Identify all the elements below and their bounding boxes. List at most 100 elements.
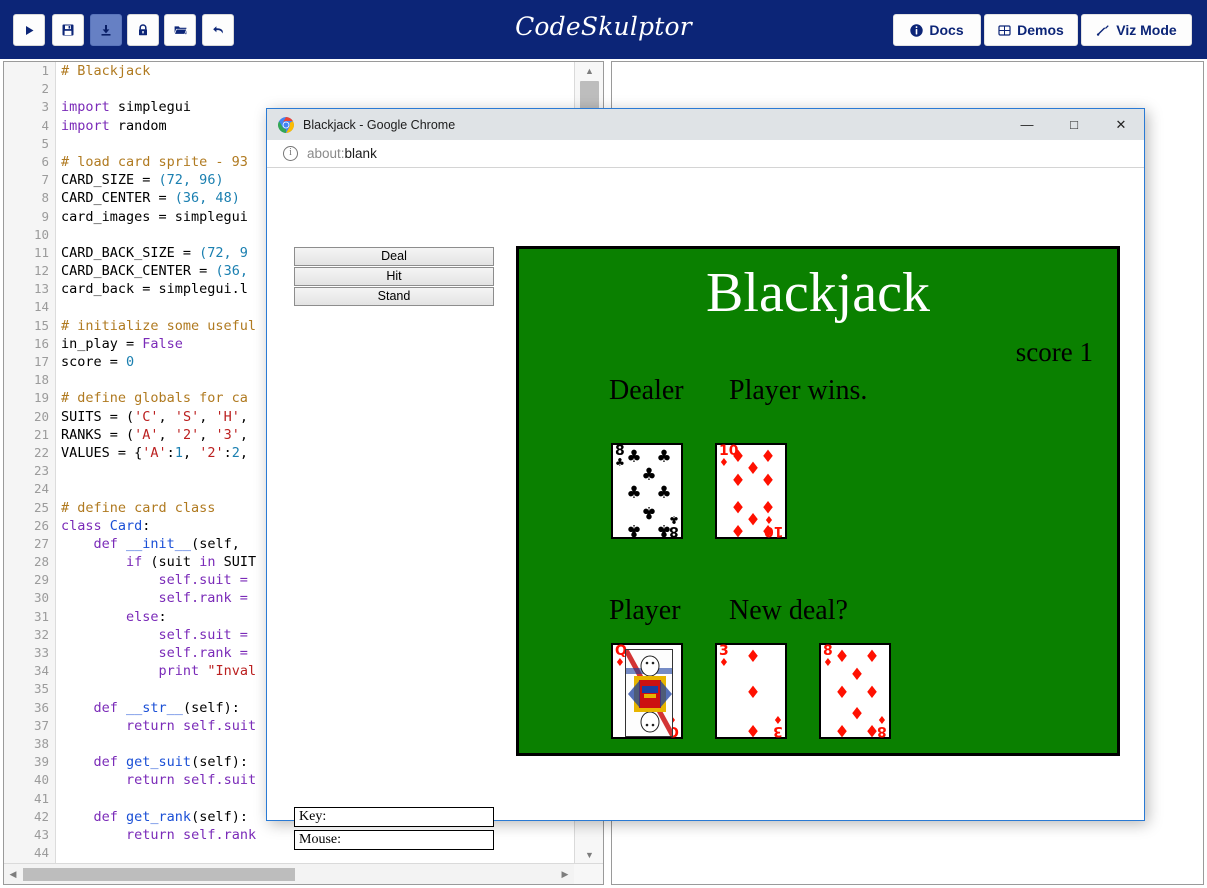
docs-button-label: Docs xyxy=(929,22,964,38)
canvas-title: Blackjack xyxy=(706,262,930,324)
code-token: # Blackjack xyxy=(61,63,151,79)
undo-button[interactable] xyxy=(202,14,234,46)
line-number: 16 xyxy=(33,335,49,351)
code-token: '2' xyxy=(174,426,200,443)
play-icon xyxy=(24,25,35,36)
mouse-input[interactable]: Mouse: xyxy=(294,830,494,850)
save-button[interactable] xyxy=(52,14,84,46)
save-icon xyxy=(62,24,74,36)
line-number: 28 xyxy=(33,554,49,570)
close-button[interactable]: ✕ xyxy=(1098,109,1144,140)
app-toolbar: CodeSkulptor Docs Demos Viz Mode xyxy=(0,0,1207,59)
info-circle-icon xyxy=(910,23,924,37)
game-canvas[interactable]: Blackjack score 1 Dealer Player wins. Pl… xyxy=(516,246,1120,756)
browser-title-bar[interactable]: Blackjack - Google Chrome — □ ✕ xyxy=(267,109,1144,140)
code-token: RANKS = ( xyxy=(61,426,135,443)
screen: CodeSkulptor Docs Demos Viz Mode 123456789… xyxy=(0,0,1207,888)
scroll-left-arrow-icon[interactable]: ◀ xyxy=(4,864,22,884)
undo-arrow-icon xyxy=(212,24,225,36)
key-input[interactable]: Key: xyxy=(294,807,494,827)
horizontal-scroll-thumb[interactable] xyxy=(23,868,295,881)
run-button[interactable] xyxy=(13,14,45,46)
game-control-panel: Deal Hit Stand xyxy=(294,247,494,307)
code-token: # initialize some useful xyxy=(61,317,257,334)
code-token: in_play = xyxy=(61,335,143,352)
card-pip-clubs: ♣ xyxy=(656,520,672,540)
code-token: CARD_BACK_SIZE = xyxy=(61,244,200,261)
line-number: 10 xyxy=(33,226,49,242)
hit-button[interactable]: Hit xyxy=(294,267,494,286)
maximize-button[interactable]: □ xyxy=(1051,109,1097,140)
code-token: SUIT xyxy=(223,554,257,571)
code-token: 'A' xyxy=(142,444,167,461)
line-number: 13 xyxy=(33,281,49,297)
code-token: import xyxy=(61,99,118,116)
code-token: , xyxy=(239,426,248,443)
card-pip-diamonds: ♦ xyxy=(760,496,776,516)
scroll-right-arrow-icon[interactable]: ▶ xyxy=(556,864,574,884)
scroll-down-arrow-icon[interactable]: ▼ xyxy=(575,846,603,863)
card-pip-clubs: ♣ xyxy=(641,465,657,485)
code-token: return xyxy=(126,717,183,734)
code-token: (suit xyxy=(150,554,200,571)
chrome-logo-icon xyxy=(278,116,294,133)
code-token: # load card sprite - 93 xyxy=(61,153,248,170)
line-number: 37 xyxy=(33,717,49,733)
code-token: (self, xyxy=(191,535,248,552)
line-number: 43 xyxy=(33,826,49,842)
code-token: : xyxy=(142,517,151,534)
card-pip-clubs: ♣ xyxy=(626,483,642,503)
line-number: 6 xyxy=(41,153,49,169)
viz-mode-button[interactable]: Viz Mode xyxy=(1081,14,1192,46)
editor-horizontal-scrollbar[interactable]: ◀ ▶ xyxy=(4,863,603,884)
code-token: Card xyxy=(109,517,143,534)
code-token: simplegui xyxy=(117,99,192,116)
open-button[interactable] xyxy=(164,14,196,46)
card-pip-clubs: ♣ xyxy=(641,502,657,522)
card-pip-diamonds: ♦ xyxy=(834,720,850,740)
line-number-gutter: 1 2 3 4 5 6 7 8 9 10 11 12 13 14 15 16 17 18 19 20 21 22 23 24 2… xyxy=(4,62,56,863)
card-pip-diamonds: ♦ xyxy=(834,647,850,667)
line-number: 38 xyxy=(33,735,49,751)
code-line[interactable]: # Blackjack xyxy=(57,62,573,80)
browser-window[interactable]: Blackjack - Google Chrome — □ ✕ i about:… xyxy=(266,108,1145,850)
code-token: def xyxy=(93,699,127,716)
download-button[interactable] xyxy=(90,14,122,46)
browser-window-title: Blackjack - Google Chrome xyxy=(303,117,456,132)
lock-button[interactable] xyxy=(127,14,159,46)
browser-address-bar[interactable]: i about:blank xyxy=(267,140,1144,168)
stand-button[interactable]: Stand xyxy=(294,287,494,306)
code-token: (72, 96) xyxy=(158,172,224,189)
code-token: def xyxy=(93,754,127,771)
code-line[interactable] xyxy=(57,80,573,98)
scroll-up-arrow-icon[interactable]: ▲ xyxy=(575,62,603,79)
code-token: 0 xyxy=(126,354,135,370)
minimize-button[interactable]: — xyxy=(1004,109,1050,140)
docs-button[interactable]: Docs xyxy=(893,14,981,46)
line-number: 4 xyxy=(41,117,49,133)
card-pip-clubs: ♣ xyxy=(626,447,642,467)
card-pip-grid: ♣ ♣ ♣ ♣ ♣ ♣ ♣ ♣ xyxy=(626,447,672,541)
page-info-icon[interactable]: i xyxy=(283,146,298,161)
code-token: (self): xyxy=(182,699,240,716)
line-number: 2 xyxy=(41,81,49,97)
card-pip-diamonds: ♦ xyxy=(834,683,850,703)
code-token: , xyxy=(199,408,216,425)
card-pip-diamonds: ♦ xyxy=(745,508,761,528)
code-token: # define globals for ca xyxy=(61,390,248,407)
deal-button[interactable]: Deal xyxy=(294,247,494,266)
line-number: 26 xyxy=(33,517,49,533)
address-bar-url[interactable]: about:blank xyxy=(307,146,377,161)
code-token: 2 xyxy=(231,444,240,461)
playing-card: 8 ♦ 8 ♦ ♦ ♦ ♦ ♦ ♦ ♦ ♦ ♦ xyxy=(819,643,891,740)
face-card-art xyxy=(625,649,673,737)
code-token: get_rank xyxy=(126,808,192,825)
demos-button[interactable]: Demos xyxy=(984,14,1078,46)
playing-card: Q♦Q♦ xyxy=(611,643,683,739)
card-pip-diamonds: ♦ xyxy=(760,520,776,540)
code-token: # define card class xyxy=(61,499,216,516)
line-number: 8 xyxy=(41,190,49,206)
